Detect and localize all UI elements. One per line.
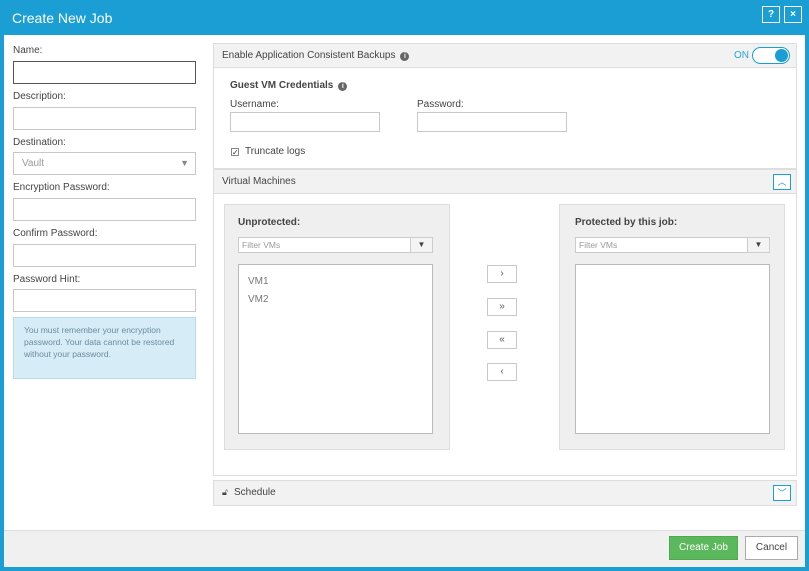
- info-icon: i: [338, 82, 348, 91]
- chevron-up-icon: ︿: [777, 177, 787, 187]
- virtual-machines-header: Virtual Machines ︿: [214, 170, 796, 194]
- create-job-dialog: Create New Job ? × Name: Description: De…: [0, 0, 809, 571]
- dialog-content: Name: Description: Destination: Vault ▼ …: [4, 35, 805, 530]
- app-consistent-title: Enable Application Consistent Backups: [222, 50, 396, 61]
- confirm-password-label: Confirm Password:: [13, 228, 98, 239]
- filter-placeholder: Filter VMs: [242, 240, 281, 250]
- unlock-icon: 🔓︎: [222, 487, 228, 497]
- move-all-left-button[interactable]: «: [487, 331, 517, 349]
- password-hint-field[interactable]: [13, 289, 196, 312]
- password-hint-label: Password Hint:: [13, 274, 81, 285]
- protected-vms-box: Protected by this job: Filter VMs ▼: [559, 204, 785, 450]
- schedule-header: 🔓︎ Schedule ﹀: [214, 481, 796, 505]
- list-item[interactable]: VM1: [248, 276, 269, 287]
- destination-label: Destination:: [13, 137, 66, 148]
- expand-schedule-button[interactable]: ﹀: [773, 485, 791, 501]
- toggle-state-label: ON: [734, 50, 749, 61]
- destination-value: Vault: [22, 158, 45, 169]
- help-button[interactable]: ?: [762, 6, 780, 23]
- virtual-machines-panel: Virtual Machines ︿ Unprotected: Filter V…: [213, 169, 797, 476]
- truncate-logs-label: Truncate logs: [245, 146, 306, 157]
- encryption-password-field[interactable]: [13, 198, 196, 221]
- confirm-password-field[interactable]: [13, 244, 196, 267]
- unprotected-vm-list[interactable]: VM1 VM2: [238, 264, 433, 434]
- list-item[interactable]: VM2: [248, 294, 269, 305]
- schedule-title: Schedule: [234, 487, 276, 498]
- dialog-footer: Create Job Cancel: [4, 530, 805, 567]
- password-label: Password:: [417, 99, 464, 110]
- unprotected-filter-input[interactable]: Filter VMs ▼: [238, 237, 433, 253]
- filter-placeholder: Filter VMs: [579, 240, 618, 250]
- app-consistent-header: Enable Application Consistent Backups i O…: [214, 44, 796, 68]
- schedule-panel: 🔓︎ Schedule ﹀: [213, 480, 797, 506]
- move-selected-left-button[interactable]: ‹: [487, 363, 517, 381]
- username-field[interactable]: [230, 112, 380, 132]
- truncate-logs-checkbox[interactable]: ✓: [231, 148, 239, 157]
- encryption-password-label: Encryption Password:: [13, 182, 110, 193]
- dialog-title: Create New Job: [12, 10, 113, 26]
- collapse-vm-button[interactable]: ︿: [773, 174, 791, 190]
- name-field[interactable]: [13, 61, 196, 84]
- move-selected-right-button[interactable]: ›: [487, 265, 517, 283]
- unprotected-title: Unprotected:: [238, 217, 301, 228]
- caret-down-icon: ▼: [180, 158, 189, 168]
- description-field[interactable]: [13, 107, 196, 130]
- filter-icon[interactable]: ▼: [410, 238, 432, 252]
- destination-select[interactable]: Vault ▼: [13, 152, 196, 175]
- create-job-button[interactable]: Create Job: [669, 536, 738, 560]
- protected-title: Protected by this job:: [575, 217, 678, 228]
- filter-icon[interactable]: ▼: [747, 238, 769, 252]
- protected-filter-input[interactable]: Filter VMs ▼: [575, 237, 770, 253]
- close-button[interactable]: ×: [784, 6, 802, 23]
- name-label: Name:: [13, 45, 43, 56]
- app-consistent-panel: Enable Application Consistent Backups i O…: [213, 43, 797, 169]
- chevron-down-icon: ﹀: [777, 488, 787, 498]
- info-icon: i: [400, 52, 410, 61]
- guest-credentials-title: Guest VM Credentials: [230, 80, 334, 91]
- title-bar: Create New Job ? ×: [0, 0, 809, 35]
- move-all-right-button[interactable]: »: [487, 298, 517, 316]
- encryption-hint-message: You must remember your encryption passwo…: [13, 317, 196, 379]
- cancel-button[interactable]: Cancel: [745, 536, 798, 560]
- app-consistent-toggle[interactable]: [752, 47, 790, 64]
- username-label: Username:: [230, 99, 279, 110]
- protected-vm-list[interactable]: [575, 264, 770, 434]
- virtual-machines-title: Virtual Machines: [222, 176, 296, 187]
- toggle-knob: [775, 49, 788, 62]
- password-field[interactable]: [417, 112, 567, 132]
- unprotected-vms-box: Unprotected: Filter VMs ▼ VM1 VM2: [224, 204, 450, 450]
- description-label: Description:: [13, 91, 66, 102]
